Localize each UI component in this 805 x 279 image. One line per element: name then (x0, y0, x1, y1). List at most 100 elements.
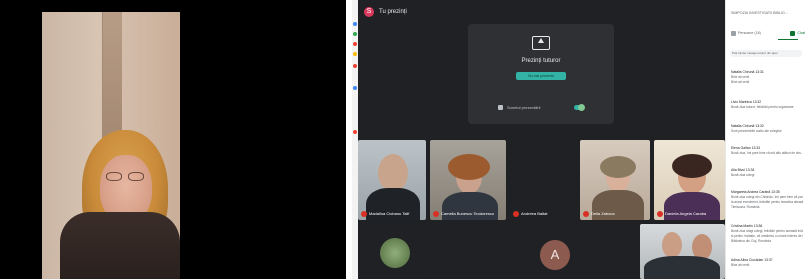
message-header: Cristina Martin 13:36 (731, 224, 803, 228)
participant-name: Madalina Ciobanu Talif (361, 210, 409, 217)
participant-name: Daniela Angela Caraba (657, 210, 706, 217)
tab-chat[interactable]: Chat (790, 30, 805, 36)
message-text: Bună ziua colegi din Chișinău, îmi pare … (731, 195, 803, 199)
message-header: Liviu Marinica 13:32 (731, 100, 803, 104)
message-time: 13:31 (755, 70, 764, 74)
chat-message: Liviu Marinica 13:32 Bună ziua tuturor, … (731, 100, 803, 109)
presenting-label: Tu prezinți (379, 9, 407, 15)
message-text: Bună ziua colegi (731, 173, 755, 177)
muted-mic-icon (513, 210, 519, 217)
participant-hair (672, 154, 712, 178)
chat-message: Margareta Andrea Carabă 13:35 Bună ziua … (731, 190, 803, 209)
participant-face (378, 154, 408, 192)
message-text: Bună ziua, îmi pare bine că mă aflu alăt… (731, 151, 802, 155)
participant-body (644, 256, 720, 279)
message-time: 13:34 (745, 168, 755, 172)
presentation-audio-label: Sunetul prezentării (507, 104, 541, 110)
rail-icon-red[interactable] (353, 42, 357, 46)
participant-tile[interactable]: Delia Zaboca (580, 140, 650, 220)
presentation-audio-toggle[interactable] (574, 103, 585, 111)
meeting-title: SIMPOZIA INVESTIGATII BIBLIO... (731, 11, 788, 15)
tab-people-label: Persoane (18) (738, 31, 761, 35)
message-text: și pentru invitație, vă urmăresc cu mare… (731, 234, 803, 238)
message-time: 13:32 (752, 100, 762, 104)
rail-icon-green[interactable] (353, 32, 357, 36)
message-text: la acest eveniment, felicitări pentru te… (731, 200, 803, 204)
message-author: Margareta Andrea Carabă (731, 190, 771, 194)
speaker-icon (498, 104, 503, 110)
chat-message: Alla Bivol 13:34 Bună ziua colegi (731, 168, 803, 177)
message-time: 13:33 (751, 146, 761, 150)
message-text: Bună ziua tuturor, felicitări pentru org… (731, 105, 794, 109)
message-header: Natalia Chirună 13:32 (731, 124, 803, 128)
local-camera-video (0, 0, 346, 279)
chat-message: Elena Gaifan 13:33 Bună ziua, îmi pare b… (731, 146, 803, 155)
muted-mic-icon (583, 210, 589, 217)
participant-tile[interactable]: Madalina Ciobanu Talif (358, 140, 426, 220)
message-header: Margareta Andrea Carabă 13:35 (731, 190, 803, 194)
participant-tile[interactable] (358, 224, 426, 279)
participant-tile[interactable] (580, 224, 725, 279)
speaker-glasses-right (128, 172, 144, 181)
participant-name: Delia Zaboca (583, 210, 615, 217)
participant-tile[interactable]: Andreea Baltat (510, 140, 576, 220)
chat-panel: SIMPOZIA INVESTIGATII BIBLIO... Persoane… (725, 0, 805, 279)
message-time: 13:35 (771, 190, 780, 194)
rail-icon-blue-2[interactable] (353, 86, 357, 90)
participant-name: Andreea Baltat (513, 210, 547, 217)
message-text: Timișoara, România (731, 205, 760, 209)
meeting-area: S Tu prezinți Prezinți tuturor Nu mai pr… (358, 0, 725, 279)
message-author: Natalia Chirună (731, 124, 755, 128)
rail-icon-blue[interactable] (353, 22, 357, 26)
app-window: S Tu prezinți Prezinți tuturor Nu mai pr… (0, 0, 805, 279)
people-icon (731, 30, 736, 36)
message-author: Natalia Chirună (731, 70, 755, 74)
message-author: Elena Gaifan (731, 146, 751, 150)
message-header: Natalia Chirună 13:31 (731, 70, 803, 74)
message-text: Bine ați venit (731, 75, 750, 79)
present-screen-icon (532, 36, 550, 50)
chat-permission-note: Poți trimite mesaje tuturor din apel (730, 50, 802, 57)
chat-message: Natalia Chirună 13:32 Sunt prezentările … (731, 124, 803, 133)
rail-icon-red-2[interactable] (353, 64, 357, 68)
present-title: Prezinți tuturor (521, 58, 561, 64)
message-header: Elena Gaifan 13:33 (731, 146, 803, 150)
message-author: Cristina Martin (731, 224, 753, 228)
message-author: Adina Alina Ciocârlan (731, 258, 764, 262)
message-time: 13:37 (764, 258, 773, 262)
message-time: 13:32 (755, 124, 764, 128)
message-author: Alla Bivol (731, 168, 745, 172)
participant-tile[interactable]: A (430, 224, 576, 279)
panel-tabs: Persoane (18) Chat (731, 28, 805, 38)
message-text: Bună ziua dragi colegi, felicitări pentr… (731, 229, 803, 233)
message-time: 13:36 (753, 224, 763, 228)
tab-chat-label: Chat (797, 31, 805, 35)
muted-mic-icon (657, 210, 663, 217)
stop-presenting-button[interactable]: Nu mai prezenta (516, 72, 566, 80)
message-text: Biblioteca din Cluj, România (731, 239, 771, 243)
participant-avatar (380, 238, 410, 268)
message-text: Sunt prezentările audio ale colegilor (731, 129, 782, 133)
participant-name: Camelia Bunescu Teodorescu (433, 210, 494, 217)
chat-icon (790, 30, 796, 36)
participant-name-text: Madalina Ciobanu Talif (369, 211, 410, 216)
presentation-audio-row: Sunetul prezentării (498, 102, 585, 112)
participant-avatar: A (540, 240, 570, 270)
participant-hair (600, 156, 636, 178)
rail-icon-yellow[interactable] (353, 52, 357, 56)
participant-name-text: Camelia Bunescu Teodorescu (441, 211, 495, 216)
chat-message: Natalia Chirună 13:31 Bine ați venit Bin… (731, 70, 803, 84)
participant-name-text: Andreea Baltat (521, 211, 548, 216)
speaker-body (60, 212, 180, 279)
message-author: Liviu Marinica (731, 100, 752, 104)
rail-icon-red-3[interactable] (353, 130, 357, 134)
participant-tile[interactable]: Daniela Angela Caraba (654, 140, 725, 220)
tab-people[interactable]: Persoane (18) (731, 30, 761, 36)
participant-name-text: Daniela Angela Caraba (665, 211, 707, 216)
presenter-avatar: S (364, 7, 374, 17)
message-text: Bine ați venit (731, 80, 750, 84)
participant-tile[interactable]: Camelia Bunescu Teodorescu (430, 140, 506, 220)
chat-message: Adina Alina Ciocârlan 13:37 Bine ați ven… (731, 258, 803, 267)
present-card: Prezinți tuturor Nu mai prezenta Sunetul… (468, 24, 614, 124)
message-text: Bine ați venit (731, 263, 750, 267)
